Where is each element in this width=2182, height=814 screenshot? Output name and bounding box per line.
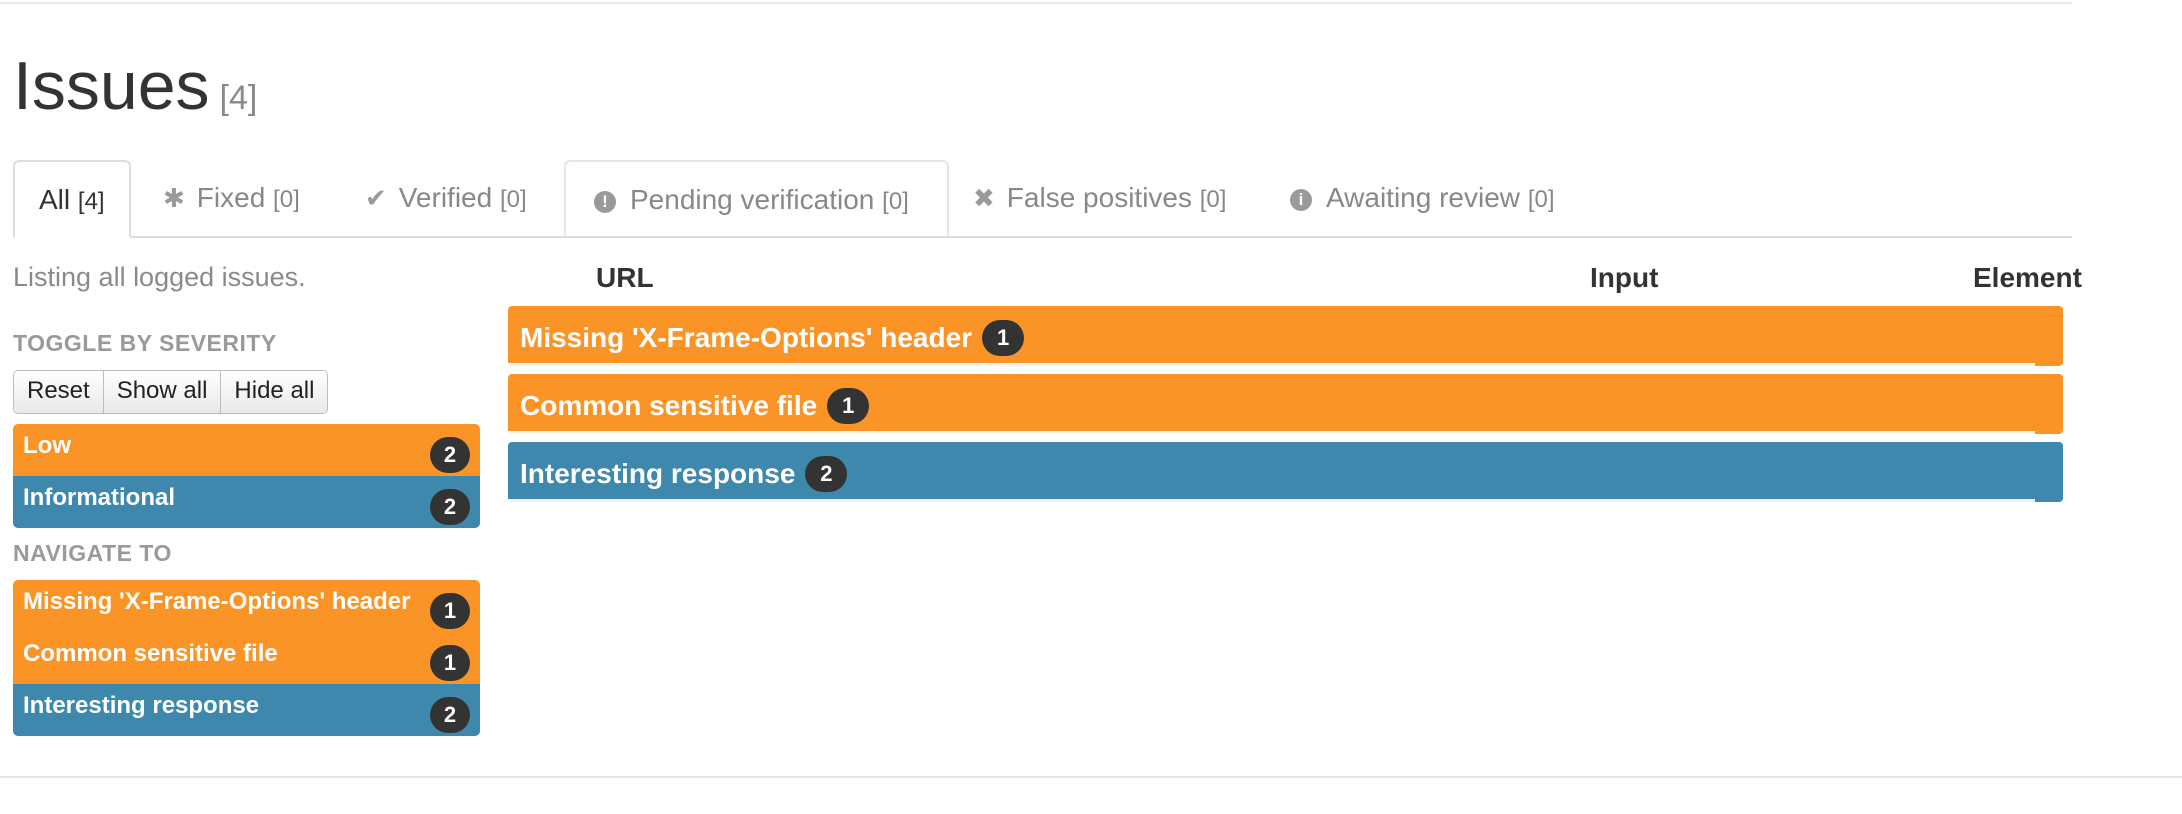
tab-false-positives[interactable]: ✖ False positives [0] xyxy=(973,160,1226,236)
tab-count: [0] xyxy=(1527,186,1555,213)
tab-label: Pending verification xyxy=(630,184,875,215)
issue-group-label: Missing 'X-Frame-Options' header xyxy=(520,322,973,353)
nav-item-common-sensitive-file[interactable]: Common sensitive file 1 xyxy=(13,632,480,684)
severity-count-badge: 2 xyxy=(430,489,470,525)
tab-label: False positives xyxy=(1006,182,1192,213)
nav-item-count-badge: 1 xyxy=(430,593,470,629)
severity-list: Low 2 Informational 2 xyxy=(13,424,480,528)
column-header-input: Input xyxy=(1590,262,1659,293)
severity-low[interactable]: Low 2 xyxy=(13,424,480,476)
nav-item-count-badge: 1 xyxy=(430,645,470,681)
nav-item-label: Missing 'X-Frame-Options' header xyxy=(23,588,411,615)
tab-all[interactable]: All [4] xyxy=(13,160,131,238)
navigate-list: Missing 'X-Frame-Options' header 1 Commo… xyxy=(13,580,480,736)
nav-item-missing-x-frame-options[interactable]: Missing 'X-Frame-Options' header 1 xyxy=(13,580,480,632)
nav-item-count-badge: 2 xyxy=(430,697,470,733)
issue-group-count-badge: 1 xyxy=(827,388,870,424)
info-circle-icon: i xyxy=(1290,189,1312,211)
issue-group-common-sensitive-file[interactable]: Common sensitive file 1 xyxy=(508,374,2063,434)
top-divider xyxy=(0,2,2072,4)
page-title-text: Issues xyxy=(13,48,210,124)
navigate-to-heading: NAVIGATE TO xyxy=(13,540,172,566)
reset-button[interactable]: Reset xyxy=(14,371,104,413)
issue-group-interesting-response[interactable]: Interesting response 2 xyxy=(508,442,2063,502)
nav-item-interesting-response[interactable]: Interesting response 2 xyxy=(13,684,480,736)
toggle-by-severity-heading: TOGGLE BY SEVERITY xyxy=(13,330,277,356)
issue-group-count-badge: 2 xyxy=(805,456,848,492)
tab-label: All xyxy=(39,184,71,215)
exclamation-circle-icon: ! xyxy=(594,191,616,213)
severity-count-badge: 2 xyxy=(430,437,470,473)
issue-group-missing-x-frame-options[interactable]: Missing 'X-Frame-Options' header 1 xyxy=(508,306,2063,366)
issue-group-label: Interesting response xyxy=(520,458,796,489)
tab-label: Awaiting review xyxy=(1326,182,1521,213)
severity-toggle-buttons: Reset Show all Hide all xyxy=(13,370,329,414)
bottom-divider xyxy=(0,776,2182,778)
tab-count: [4] xyxy=(77,188,105,215)
asterisk-icon: ✱ xyxy=(163,183,185,213)
show-all-button[interactable]: Show all xyxy=(103,371,222,413)
tab-count: [0] xyxy=(882,188,909,215)
tab-count: [0] xyxy=(499,186,527,213)
row-divider xyxy=(508,363,2035,366)
severity-label: Informational xyxy=(23,484,176,511)
severity-informational[interactable]: Informational 2 xyxy=(13,476,480,528)
issue-group-count-badge: 1 xyxy=(982,320,1025,356)
issue-status-tabs: All [4] ✱ Fixed [0] ✔ Verified [0] ! Pendin… xyxy=(13,160,2072,238)
tab-awaiting-review[interactable]: i Awaiting review [0] xyxy=(1290,160,1555,236)
tab-label: Verified xyxy=(398,182,493,213)
page-title: Issues [4] xyxy=(13,46,257,138)
check-icon: ✔ xyxy=(365,183,387,213)
severity-label: Low xyxy=(23,432,71,459)
tab-label: Fixed xyxy=(196,182,266,213)
tab-fixed[interactable]: ✱ Fixed [0] xyxy=(163,160,300,236)
issue-group-title: Interesting response 2 xyxy=(520,456,848,492)
tab-pending-verification[interactable]: ! Pending verification [0] xyxy=(564,160,949,236)
nav-item-label: Common sensitive file xyxy=(23,640,278,667)
tab-verified[interactable]: ✔ Verified [0] xyxy=(365,160,527,236)
issue-group-title: Missing 'X-Frame-Options' header 1 xyxy=(520,320,1025,356)
tab-count: [0] xyxy=(1199,186,1227,213)
hide-all-button[interactable]: Hide all xyxy=(221,371,328,413)
listing-intro: Listing all logged issues. xyxy=(13,262,306,292)
column-header-element: Element xyxy=(1973,262,2082,293)
page-title-count: [4] xyxy=(219,79,258,117)
row-divider xyxy=(508,431,2035,434)
tab-count: [0] xyxy=(273,186,300,213)
nav-item-label: Interesting response xyxy=(23,692,260,719)
issue-group-label: Common sensitive file xyxy=(520,390,818,421)
issue-group-title: Common sensitive file 1 xyxy=(520,388,870,424)
row-divider xyxy=(508,499,2035,502)
column-header-url: URL xyxy=(596,262,654,293)
times-icon: ✖ xyxy=(973,183,995,213)
